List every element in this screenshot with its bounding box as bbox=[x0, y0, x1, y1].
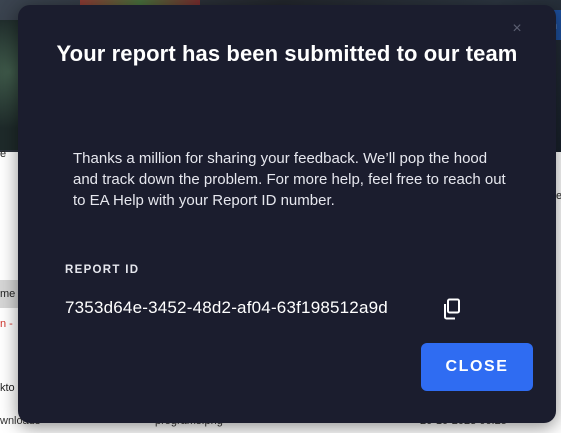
background-left-text-4: kto bbox=[0, 382, 15, 394]
report-id-value: 7353d64e-3452-48d2-af04-63f198512a9d bbox=[65, 298, 388, 317]
background-left-text-2: me bbox=[0, 288, 16, 300]
copy-icon-graphic bbox=[444, 298, 460, 320]
background-left-text-3: n - bbox=[0, 318, 13, 330]
close-icon[interactable]: × bbox=[508, 20, 526, 38]
screen: n e me n - kto e wnloads programs.png 20… bbox=[0, 0, 561, 433]
background-left-text-1: e bbox=[0, 148, 7, 160]
dialog-title: Your report has been submitted to our te… bbox=[56, 41, 518, 66]
report-id-label: REPORT ID bbox=[65, 264, 140, 276]
dialog-message: Thanks a million for sharing your feedba… bbox=[73, 150, 506, 209]
background-right-text: e bbox=[556, 190, 561, 202]
copy-icon[interactable] bbox=[442, 298, 462, 320]
report-submitted-dialog: × Your report has been submitted to our … bbox=[18, 5, 556, 423]
close-button[interactable]: CLOSE bbox=[421, 343, 533, 391]
